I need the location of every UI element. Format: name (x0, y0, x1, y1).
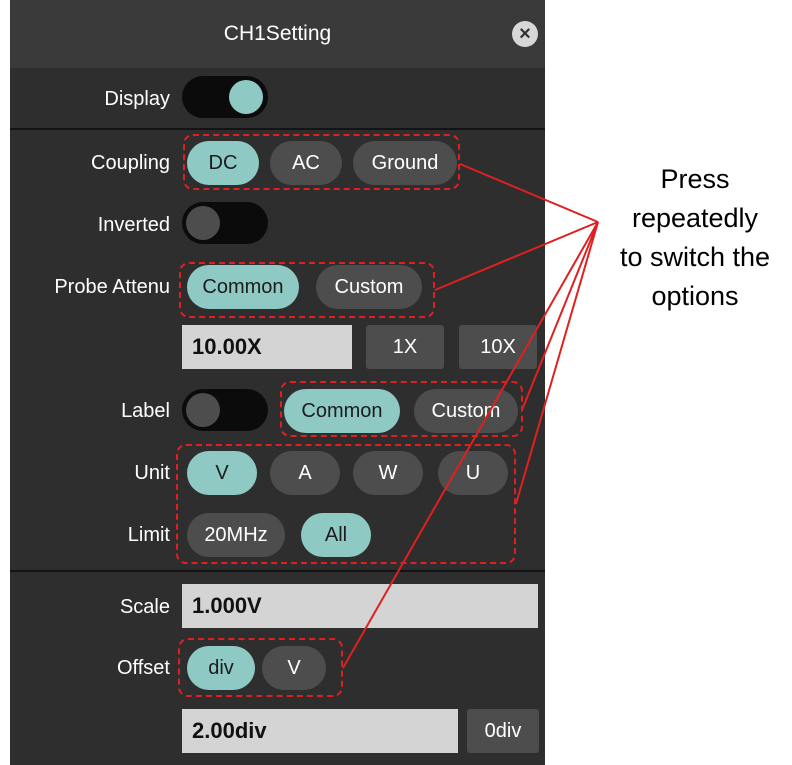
annotation-arrows (342, 163, 599, 669)
arrow-line (521, 221, 599, 411)
annotation-line: Press (660, 164, 730, 194)
arrow-line (459, 163, 599, 223)
arrow-line (434, 221, 599, 291)
annotation-line: repeatedly (631, 203, 759, 233)
annotation-line: options (651, 281, 739, 311)
arrow-line (342, 221, 599, 669)
annotation-line: to switch the (619, 242, 771, 272)
annotation-text: Press repeatedly to switch the options (600, 160, 790, 316)
arrow-line (515, 221, 599, 505)
